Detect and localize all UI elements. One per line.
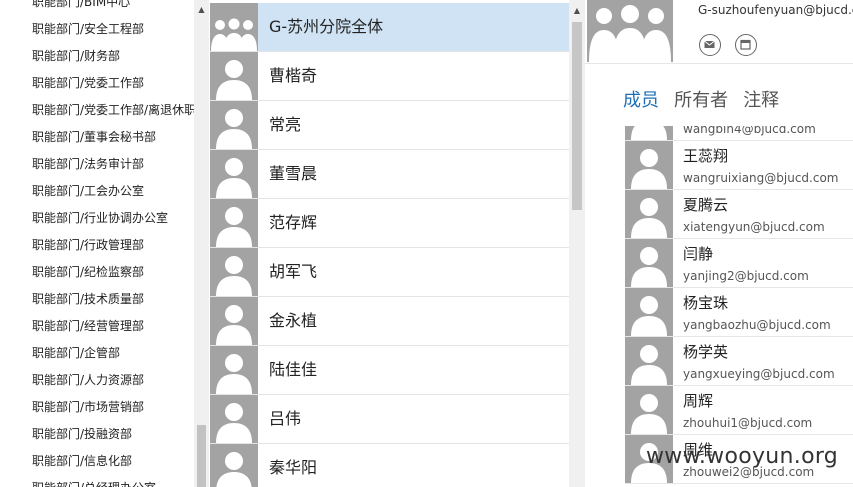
department-item[interactable]: 职能部门/工会办公室 [0,178,194,205]
tab-owners[interactable]: 所有者 [674,86,728,112]
avatar [625,239,673,287]
contact-name: G-苏州分院全体 [269,17,384,36]
department-item[interactable]: 职能部门/党委工作部 [0,70,194,97]
department-scroll-thumb[interactable] [197,425,206,487]
department-item[interactable]: 职能部门/行政管理部 [0,232,194,259]
department-scrollbar[interactable]: ▲ [194,0,209,487]
contact-name: 胡军飞 [269,262,318,281]
avatar [210,297,258,345]
avatar [625,141,673,189]
tab-notes[interactable]: 注释 [743,86,779,112]
member-name: 杨宝珠 [683,294,729,312]
department-item[interactable]: 职能部门/投融资部 [0,421,194,448]
contact-scroll-thumb[interactable] [572,22,582,210]
member-list-viewport: wangbin4@bjucd.com 王蕊翔 wangruixiang@bjucd.… [625,126,853,487]
member-row[interactable]: 周辉 zhouhui1@bjucd.com [625,386,853,435]
avatar [210,101,258,149]
scroll-up-arrow-icon[interactable]: ▲ [569,0,585,22]
avatar [625,337,673,385]
member-email: xiatengyun@bjucd.com [683,220,825,234]
member-row[interactable]: 夏腾云 xiatengyun@bjucd.com [625,190,853,239]
contact-name: 范存辉 [269,213,318,232]
avatar [625,386,673,434]
contact-row[interactable]: 董雪晨 [210,150,569,199]
avatar [210,150,258,198]
detail-tabs: 成员 所有者 注释 [623,86,789,112]
department-item[interactable]: 职能部门/纪检监察部 [0,259,194,286]
member-row[interactable]: 王蕊翔 wangruixiang@bjucd.com [625,141,853,190]
contact-row[interactable]: 陆佳佳 [210,346,569,395]
contact-name: 董雪晨 [269,164,318,183]
department-list: 职能部门/BIM中心 职能部门/安全工程部 职能部门/财务部 职能部门/党委工作部 职能… [0,0,194,487]
contact-name: 常亮 [269,115,302,134]
avatar [210,52,258,100]
department-item[interactable]: 职能部门/法务审计部 [0,151,194,178]
department-item[interactable]: 职能部门/BIM中心 [0,0,194,16]
department-item[interactable]: 职能部门/企管部 [0,340,194,367]
department-item[interactable]: 职能部门/党委工作部/离退休职工 [0,97,194,124]
avatar [210,444,258,487]
avatar [210,199,258,247]
department-tree: 职能部门/BIM中心 职能部门/安全工程部 职能部门/财务部 职能部门/党委工作部 职能… [0,0,194,487]
member-email: zhouhui1@bjucd.com [683,416,813,430]
contact-row[interactable]: 常亮 [210,101,569,150]
group-avatar [210,3,258,51]
group-email-address: G-suzhoufenyuan@bjucd.com [698,3,853,17]
department-item[interactable]: 职能部门/技术质量部 [0,286,194,313]
contact-row[interactable]: 吕伟 [210,395,569,444]
avatar [625,190,673,238]
member-email: yanjing2@bjucd.com [683,269,809,283]
member-name: 夏腾云 [683,196,729,214]
member-email: yangxueying@bjucd.com [683,367,835,381]
member-email: yangbaozhu@bjucd.com [683,318,831,332]
contact-scrollbar[interactable]: ▲ [569,0,585,487]
avatar [210,346,258,394]
member-email: wangbin4@bjucd.com [683,126,816,136]
member-name: 周辉 [683,392,714,410]
contact-group-row[interactable]: G-苏州分院全体 [210,3,569,52]
member-name: 杨学英 [683,343,729,361]
watermark: www.wooyun.org [646,444,839,469]
contact-name: 吕伟 [269,409,302,428]
avatar [210,395,258,443]
department-item[interactable]: 职能部门/财务部 [0,43,194,70]
contact-row[interactable]: 秦华阳 [210,444,569,487]
header-divider [585,63,853,64]
contact-row[interactable]: 范存辉 [210,199,569,248]
department-item[interactable]: 职能部门/安全工程部 [0,16,194,43]
department-item[interactable]: 职能部门/市场营销部 [0,394,194,421]
contact-name: 曹楷奇 [269,66,318,85]
department-item[interactable]: 职能部门/经营管理部 [0,313,194,340]
contact-list: G-苏州分院全体 曹楷奇常亮董雪晨范存辉胡军飞金永植陆佳佳吕伟秦华阳 [210,3,569,487]
member-row[interactable]: 闫静 yanjing2@bjucd.com [625,239,853,288]
contact-list-panel: G-苏州分院全体 曹楷奇常亮董雪晨范存辉胡军飞金永植陆佳佳吕伟秦华阳 [210,0,569,487]
avatar [210,248,258,296]
member-email: wangruixiang@bjucd.com [683,171,839,185]
calendar-icon[interactable] [735,34,757,56]
department-item[interactable]: 职能部门/行业协调办公室 [0,205,194,232]
tab-members[interactable]: 成员 [623,86,659,112]
contact-name: 金永植 [269,311,318,330]
contact-name: 陆佳佳 [269,360,318,379]
department-item[interactable]: 职能部门/董事会秘书部 [0,124,194,151]
scroll-up-arrow-icon[interactable]: ▲ [194,0,209,20]
contact-row[interactable]: 金永植 [210,297,569,346]
mail-icon[interactable] [699,34,721,56]
department-item[interactable]: 职能部门/总经理办公室 [0,475,194,487]
group-avatar [587,0,673,62]
department-item[interactable]: 职能部门/信息化部 [0,448,194,475]
contact-name: 秦华阳 [269,458,318,477]
group-detail-panel: G-suzhoufenyuan@bjucd.com 成员 所有者 注释 wang… [585,0,853,487]
member-row[interactable]: 杨宝珠 yangbaozhu@bjucd.com [625,288,853,337]
member-list: wangbin4@bjucd.com 王蕊翔 wangruixiang@bjucd.… [625,126,853,484]
member-row[interactable]: wangbin4@bjucd.com [625,126,853,141]
member-row[interactable]: 杨学英 yangxueying@bjucd.com [625,337,853,386]
contact-row[interactable]: 胡军飞 [210,248,569,297]
member-name: 闫静 [683,245,714,263]
contact-row[interactable]: 曹楷奇 [210,52,569,101]
department-item[interactable]: 职能部门/人力资源部 [0,367,194,394]
member-name: 王蕊翔 [683,147,729,165]
avatar [625,126,673,140]
avatar [625,288,673,336]
